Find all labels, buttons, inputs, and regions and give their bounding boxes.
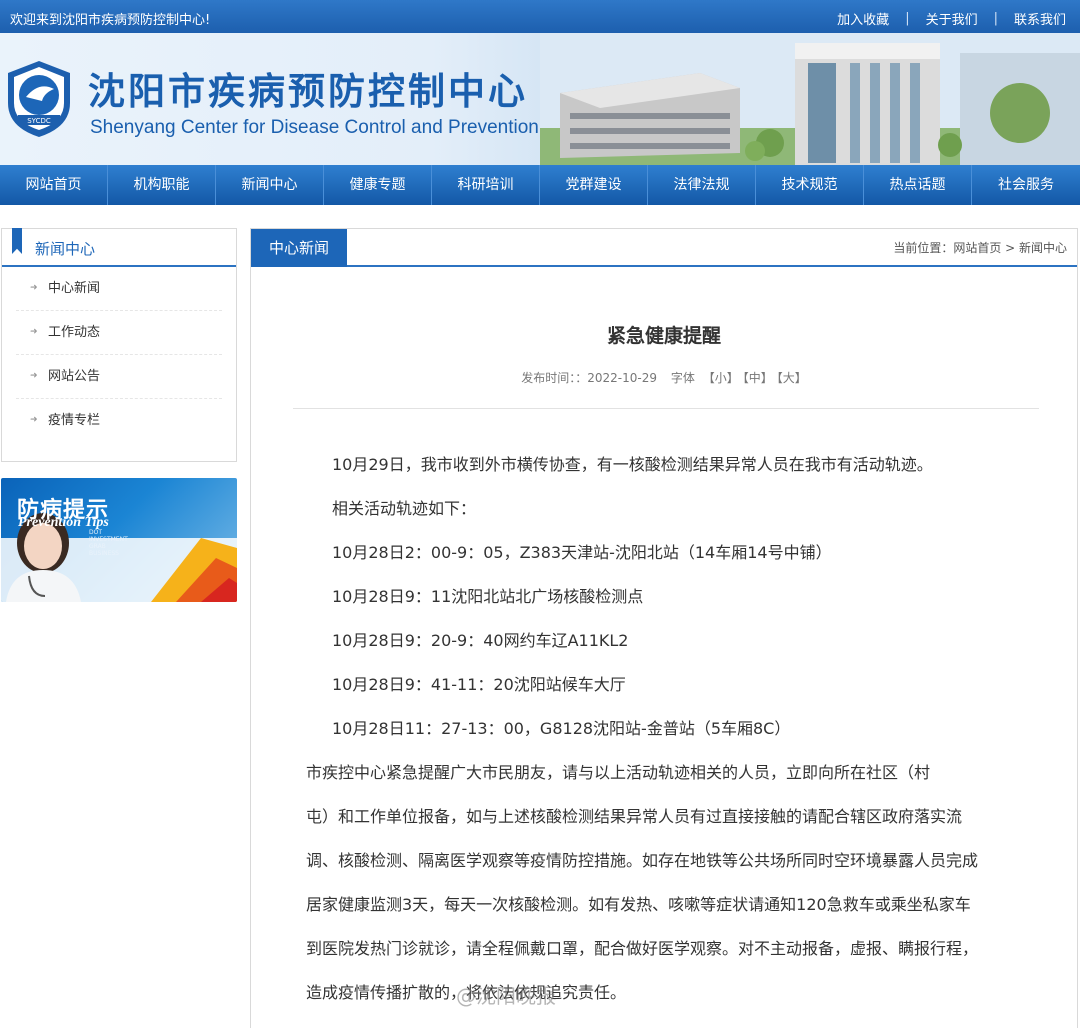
paragraph: 10月28日9：11沈阳北站北广场核酸检测点 bbox=[332, 587, 644, 606]
paragraph: 相关活动轨迹如下： bbox=[332, 499, 477, 518]
nav-item-social[interactable]: 社会服务 bbox=[972, 165, 1080, 205]
sidebar: 新闻中心 ➜ 中心新闻 ➜ 工作动态 ➜ 网站公告 ➜ 疫情专栏 bbox=[1, 228, 237, 462]
sidebar-title: 新闻中心 bbox=[35, 240, 96, 258]
breadcrumb: 当前位置：网站首页 > 新闻中心 bbox=[893, 241, 1067, 255]
tips-small-text: DOT INVESTMENT GRAB BUSINESS bbox=[89, 529, 128, 557]
notice-line: 屯）和工作单位报备，如与上述核酸检测结果异常人员有过直接接触的请配合辖区政府落实… bbox=[306, 807, 963, 826]
notice-line: 调、核酸检测、隔离医学观察等疫情防控措施。如存在地铁等公共场所同时空环境暴露人员… bbox=[306, 851, 979, 870]
publish-date: 发布时间：：2022-10-29 bbox=[521, 371, 658, 385]
nav-item-home[interactable]: 网站首页 bbox=[0, 165, 108, 205]
sidebar-item-center-news[interactable]: ➜ 中心新闻 bbox=[16, 267, 222, 311]
logo-text: SYCDC bbox=[27, 117, 51, 125]
arrow-icon: ➜ bbox=[30, 415, 38, 425]
sidebar-header: 新闻中心 bbox=[2, 228, 236, 267]
paragraph: 10月28日9：41-11：20沈阳站候车大厅 bbox=[332, 675, 626, 694]
sidebar-item-work-updates[interactable]: ➜ 工作动态 bbox=[16, 311, 222, 355]
notice-line: 市疾控中心紧急提醒广大市民朋友，请与以上活动轨迹相关的人员，立即向所在社区（村 bbox=[306, 763, 931, 782]
arrow-icon: ➜ bbox=[30, 371, 38, 381]
sidebar-item-label: 网站公告 bbox=[48, 369, 101, 384]
main-nav: 网站首页 机构职能 新闻中心 健康专题 科研培训 党群建设 法律法规 技术规范 … bbox=[0, 165, 1080, 205]
add-favorite-link[interactable]: 加入收藏 bbox=[837, 9, 889, 28]
nav-item-law[interactable]: 法律法规 bbox=[648, 165, 756, 205]
arrow-icon: ➜ bbox=[30, 283, 38, 293]
notice-line: 造成疫情传播扩散的，将依法依规追究责任。 bbox=[306, 983, 627, 1002]
sidebar-item-label: 工作动态 bbox=[48, 325, 101, 340]
prevention-tips-banner[interactable]: 防病提示 Prevention Tips DOT INVESTMENT GRAB… bbox=[1, 478, 237, 602]
sidebar-item-label: 中心新闻 bbox=[48, 281, 101, 296]
site-title-cn: 沈阳市疾病预防控制中心 bbox=[88, 69, 528, 113]
paragraph: 10月29日，我市收到外市横传协查，有一核酸检测结果异常人员在我市有活动轨迹。 bbox=[332, 455, 933, 474]
nav-item-health[interactable]: 健康专题 bbox=[324, 165, 432, 205]
sidebar-item-announcements[interactable]: ➜ 网站公告 bbox=[16, 355, 222, 399]
link-separator: | bbox=[993, 11, 998, 26]
sidebar-list: ➜ 中心新闻 ➜ 工作动态 ➜ 网站公告 ➜ 疫情专栏 bbox=[2, 267, 236, 442]
article-title: 紧急健康提醒 bbox=[606, 325, 721, 347]
nav-item-standards[interactable]: 技术规范 bbox=[756, 165, 864, 205]
article-body: 10月29日，我市收到外市横传协查，有一核酸检测结果异常人员在我市有活动轨迹。 … bbox=[306, 443, 1036, 1015]
main-content: 中心新闻 当前位置：网站首页 > 新闻中心 紧急健康提醒 发布时间：：2022-… bbox=[250, 228, 1078, 1028]
header-banner: SYCDC 沈阳市疾病预防控制中心 Shenyang Center for Di… bbox=[0, 33, 1080, 165]
sycdc-logo: SYCDC bbox=[8, 61, 70, 137]
notice-line: 居家健康监测3天，每天一次核酸检测。如有发热、咳嗽等症状请通知120急救车或乘坐… bbox=[306, 895, 971, 914]
content-header: 中心新闻 当前位置：网站首页 > 新闻中心 bbox=[251, 229, 1077, 267]
notice-line: 到医院发热门诊就诊，请全程佩戴口罩，配合做好医学观察。对不主动报备，虚报、瞒报行… bbox=[306, 939, 979, 958]
paragraph: 10月28日11：27-13：00，G8128沈阳站-金普站（5车厢8C） bbox=[332, 719, 791, 738]
font-size-label: 字体 bbox=[670, 371, 695, 385]
welcome-text: 欢迎来到沈阳市疾病预防控制中心! bbox=[10, 13, 211, 28]
nav-item-party[interactable]: 党群建设 bbox=[540, 165, 648, 205]
top-bar: 欢迎来到沈阳市疾病预防控制中心! 加入收藏 | 关于我们 | 联系我们 bbox=[0, 0, 1080, 33]
about-us-link[interactable]: 关于我们 bbox=[926, 9, 978, 28]
site-title-en: Shenyang Center for Disease Control and … bbox=[90, 117, 539, 138]
article-meta: 发布时间：：2022-10-29 字体 【小】 【中】 【大】 bbox=[251, 369, 1077, 386]
paragraph: 10月28日2：00-9：05，Z383天津站-沈阳北站（14车厢14号中铺） bbox=[332, 543, 832, 562]
watermark: @沈阳晚报 bbox=[456, 984, 556, 1008]
link-separator: | bbox=[905, 11, 910, 26]
sidebar-item-label: 疫情专栏 bbox=[48, 413, 101, 428]
paragraph: 10月28日9：20-9：40网约车辽A11KL2 bbox=[332, 631, 629, 650]
font-medium-button[interactable]: 【中】 bbox=[743, 371, 773, 385]
nav-item-research[interactable]: 科研培训 bbox=[432, 165, 540, 205]
sidebar-item-epidemic[interactable]: ➜ 疫情专栏 bbox=[16, 399, 222, 442]
building-illustration bbox=[540, 33, 1080, 165]
tab-center-news[interactable]: 中心新闻 bbox=[251, 229, 347, 267]
bookmark-icon bbox=[12, 228, 22, 254]
arrow-icon: ➜ bbox=[30, 327, 38, 337]
top-links: 加入收藏 | 关于我们 | 联系我们 bbox=[837, 9, 1066, 28]
nav-item-news[interactable]: 新闻中心 bbox=[216, 165, 324, 205]
font-small-button[interactable]: 【小】 bbox=[703, 371, 739, 385]
nav-item-functions[interactable]: 机构职能 bbox=[108, 165, 216, 205]
divider bbox=[293, 408, 1039, 409]
contact-us-link[interactable]: 联系我们 bbox=[1014, 9, 1066, 28]
font-large-button[interactable]: 【大】 bbox=[777, 371, 807, 385]
nav-item-hot-topics[interactable]: 热点话题 bbox=[864, 165, 972, 205]
